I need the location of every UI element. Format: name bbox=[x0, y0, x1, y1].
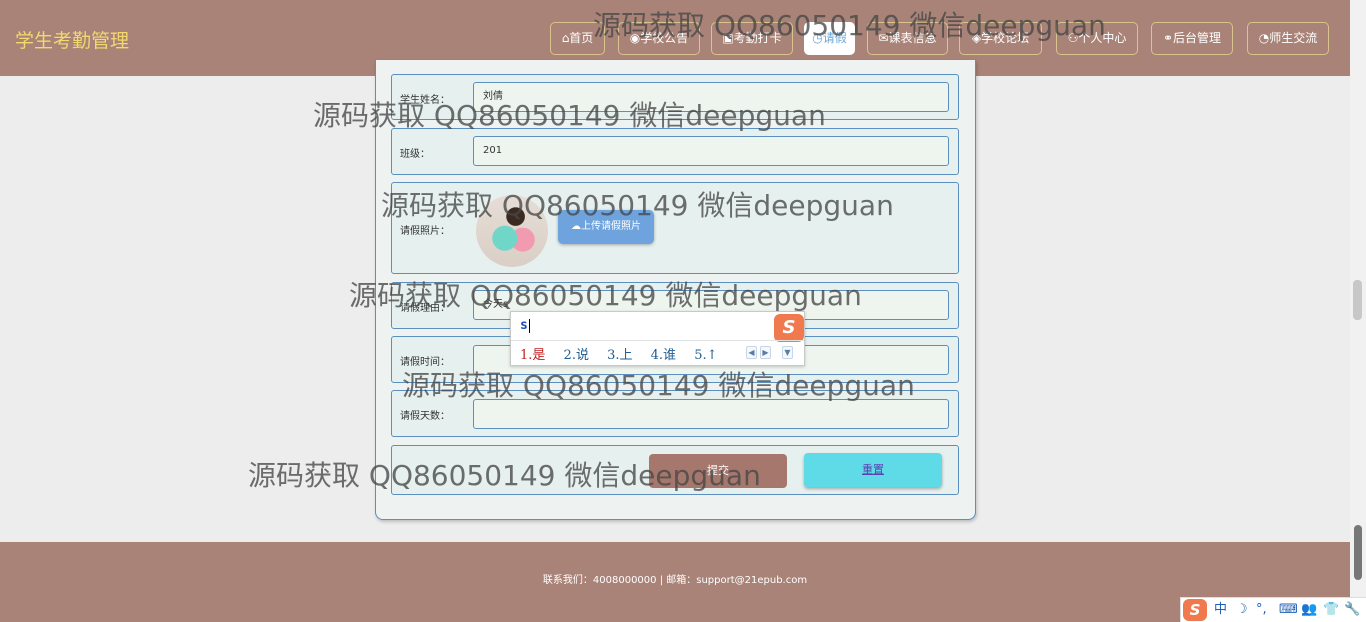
submit-button[interactable]: 提交 bbox=[649, 454, 787, 488]
cloud-upload-icon: ☁ bbox=[571, 221, 581, 232]
scrollbar-thumb[interactable] bbox=[1353, 280, 1362, 320]
ime-candidate[interactable]: 1.是 bbox=[520, 348, 545, 363]
class-label: 班级： bbox=[400, 149, 430, 160]
scrollbar-thumb-active[interactable] bbox=[1354, 525, 1362, 580]
nav-schedule[interactable]: ✉课表信息 bbox=[867, 22, 948, 55]
moon-icon[interactable]: ☽ bbox=[1236, 602, 1248, 618]
time-label: 请假时间： bbox=[400, 357, 450, 368]
days-label: 请假天数： bbox=[400, 411, 450, 422]
chevron-down-icon[interactable]: ▼ bbox=[782, 346, 793, 359]
row-photo: 请假照片： ☁上传请假照片 bbox=[391, 182, 959, 274]
class-field[interactable]: 201 bbox=[473, 136, 949, 166]
photo-label: 请假照片： bbox=[400, 226, 450, 237]
days-field[interactable] bbox=[473, 399, 949, 429]
row-student-name: 学生姓名： 刘倩 bbox=[391, 74, 959, 120]
chevron-left-icon[interactable]: ◀ bbox=[746, 346, 757, 359]
sogou-tray-icon[interactable]: S bbox=[1183, 599, 1207, 621]
row-class: 班级： 201 bbox=[391, 128, 959, 175]
nav-attendance[interactable]: ▣考勤打卡 bbox=[711, 22, 793, 55]
skin-icon[interactable]: 👕 bbox=[1323, 602, 1339, 618]
chinese-mode-icon[interactable]: 中 bbox=[1214, 602, 1227, 618]
student-name-field[interactable]: 刘倩 bbox=[473, 82, 949, 112]
ime-candidate[interactable]: 2.说 bbox=[564, 348, 589, 363]
row-days: 请假天数： bbox=[391, 390, 959, 437]
ime-composition: s bbox=[520, 318, 530, 333]
ime-candidate[interactable]: 3.上 bbox=[607, 348, 632, 363]
nav-profile[interactable]: ⚇个人中心 bbox=[1056, 22, 1138, 55]
nav-admin[interactable]: ⚭后台管理 bbox=[1151, 22, 1233, 55]
student-name-label: 学生姓名： bbox=[400, 95, 450, 106]
ime-candidate-window: s S 1.是 2.说 3.上 4.谁 5.↑ ◀ ▶ ▼ bbox=[510, 311, 805, 366]
row-actions: 提交 重置 bbox=[391, 445, 959, 495]
users-icon[interactable]: 👥 bbox=[1301, 602, 1317, 618]
ime-divider bbox=[511, 340, 804, 341]
leave-photo-image bbox=[476, 195, 548, 267]
nav-chat[interactable]: ◔师生交流 bbox=[1247, 22, 1329, 55]
ime-candidate-list: 1.是 2.说 3.上 4.谁 5.↑ bbox=[520, 344, 731, 363]
nav-forum[interactable]: ◈学校论坛 bbox=[959, 22, 1042, 55]
leave-form: 学生姓名： 刘倩 班级： 201 请假照片： ☁上传请假照片 请假理由： 今天s… bbox=[375, 60, 976, 520]
chevron-right-icon[interactable]: ▶ bbox=[760, 346, 771, 359]
sogou-icon[interactable]: S bbox=[774, 314, 804, 342]
settings-icon[interactable]: 🔧 bbox=[1344, 602, 1360, 618]
upload-photo-label: 上传请假照片 bbox=[581, 221, 641, 232]
page-scrollbar[interactable] bbox=[1350, 0, 1366, 622]
reason-label: 请假理由： bbox=[400, 303, 450, 314]
reset-button[interactable]: 重置 bbox=[804, 453, 942, 487]
ime-candidate[interactable]: 4.谁 bbox=[651, 348, 676, 363]
keyboard-icon[interactable]: ⌨ bbox=[1279, 602, 1298, 618]
nav-leave[interactable]: ◷请假 bbox=[804, 22, 855, 55]
footer-contact: 联系我们：4008000000 | 邮箱：support@21epub.com bbox=[542, 575, 808, 586]
ime-composition-text: s bbox=[520, 318, 528, 333]
footer: 联系我们：4008000000 | 邮箱：support@21epub.com bbox=[0, 542, 1350, 622]
upload-photo-button[interactable]: ☁上传请假照片 bbox=[558, 210, 654, 244]
site-title[interactable]: 学生考勤管理 bbox=[15, 26, 129, 53]
text-caret bbox=[528, 318, 530, 333]
ime-toolbar: S 中 ☽ °, ⌨ 👥 👕 🔧 bbox=[1180, 597, 1366, 622]
nav-home[interactable]: ⌂首页 bbox=[550, 22, 605, 55]
nav-announcements[interactable]: ◉学校公告 bbox=[618, 22, 700, 55]
ime-candidate[interactable]: 5.↑ bbox=[694, 348, 717, 363]
punctuation-icon[interactable]: °, bbox=[1256, 602, 1267, 618]
